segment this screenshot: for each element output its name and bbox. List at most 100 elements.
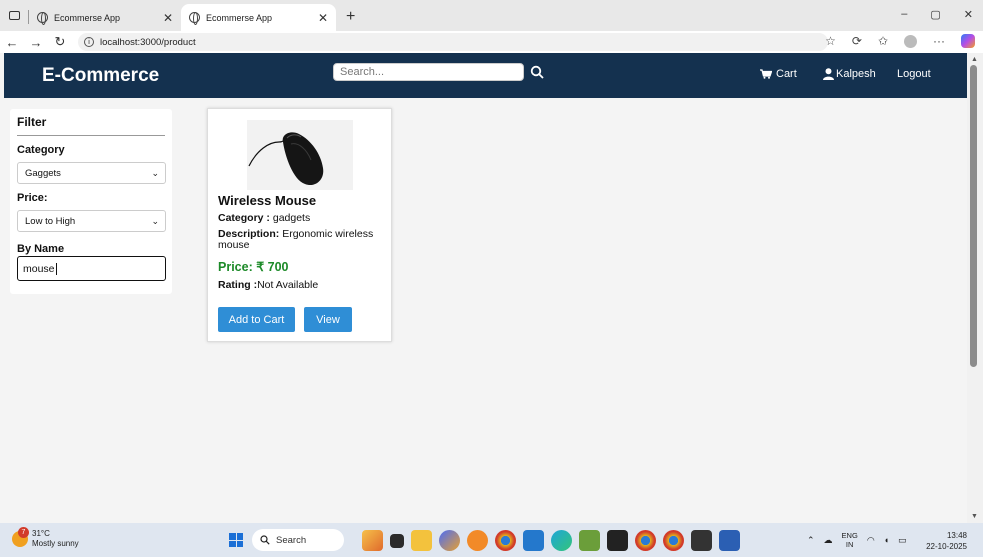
extensions-icon[interactable]: ⟳ [852, 34, 862, 48]
system-clock[interactable]: 13:48 22-10-2025 [926, 530, 967, 552]
app-icon[interactable] [579, 530, 600, 551]
minimize-button[interactable]: – [901, 8, 907, 21]
temperature: 31°C [32, 529, 50, 538]
favorite-star-icon[interactable]: ☆ [825, 34, 836, 48]
url-field[interactable]: i localhost:3000/product [78, 33, 828, 51]
cart-link[interactable]: Cart [760, 68, 797, 80]
taskbar-search[interactable]: Search [252, 529, 344, 551]
close-window-button[interactable]: ✕ [964, 8, 973, 21]
clock-date: 22-10-2025 [926, 542, 967, 551]
region-code: IN [845, 540, 854, 549]
price-sort-select[interactable]: Low to High ⌄ [17, 210, 166, 232]
product-card: Wireless Mouse Category : gadgets Descri… [207, 108, 392, 342]
user-link[interactable]: Kalpesh [823, 68, 876, 80]
back-icon[interactable]: ← [0, 35, 24, 50]
weather-widget[interactable]: 7 31°C Mostly sunny [12, 527, 79, 549]
app-icon[interactable] [439, 530, 460, 551]
search-input[interactable]: Search... [333, 63, 524, 81]
globe-icon [189, 12, 200, 25]
address-bar: ← → ↻ i localhost:3000/product ☆ ⟳ ✩ ··· [0, 31, 983, 53]
word-icon[interactable] [719, 530, 740, 551]
app-icon[interactable] [467, 530, 488, 551]
category-label: Category [17, 144, 65, 156]
weather-sun-icon: 7 [12, 527, 29, 547]
file-explorer-icon[interactable] [411, 530, 432, 551]
product-name: Wireless Mouse [218, 193, 317, 208]
vscode-icon[interactable] [523, 530, 544, 551]
close-tab-icon[interactable]: ✕ [163, 11, 173, 25]
category-select[interactable]: Gaggets ⌄ [17, 162, 166, 184]
terminal-icon[interactable] [691, 530, 712, 551]
taskbar: 7 31°C Mostly sunny Search ⌃ ☁ ENG IN ◠ … [0, 523, 983, 557]
tab-actions-icon[interactable] [0, 0, 28, 31]
name-filter-value: mouse [23, 262, 55, 275]
name-filter-label: By Name [17, 243, 65, 255]
language-code: ENG [841, 531, 858, 540]
page-viewport: E-Commerce Search... Cart Kalpesh Logout… [0, 53, 983, 523]
url-text: localhost:3000/product [100, 36, 196, 48]
rating-field-label: Rating : [218, 279, 258, 291]
view-button[interactable]: View [304, 307, 352, 332]
volume-icon[interactable]: ◖ [884, 535, 889, 545]
onedrive-icon[interactable]: ☁ [824, 535, 833, 546]
category-field-value: gadgets [272, 212, 311, 224]
price-label: Price: [17, 192, 48, 204]
favorites-icon[interactable]: ✩ [878, 34, 888, 48]
brand-logo[interactable]: E-Commerce [42, 65, 159, 87]
name-filter-input[interactable]: mouse [17, 256, 166, 281]
scroll-up-icon[interactable]: ▲ [971, 56, 978, 63]
browser-tab-strip: Ecommerse App ✕ Ecommerse App ✕ + – ▢ ✕ [0, 0, 983, 31]
globe-icon [37, 12, 48, 25]
chrome-icon[interactable] [495, 530, 516, 551]
profile-icon[interactable] [904, 34, 917, 48]
user-icon [823, 68, 834, 80]
tab-title: Ecommerse App [206, 12, 273, 23]
taskbar-search-label: Search [276, 534, 307, 546]
restore-button[interactable]: ▢ [930, 8, 940, 21]
cart-label: Cart [776, 68, 797, 80]
page-scrollbar[interactable]: ▲ ▼ [967, 53, 983, 523]
add-to-cart-button[interactable]: Add to Cart [218, 307, 295, 332]
chrome-icon[interactable] [663, 530, 684, 551]
scroll-down-icon[interactable]: ▼ [971, 513, 978, 520]
notification-badge: 7 [18, 527, 29, 538]
widgets-app-icon[interactable] [362, 530, 383, 551]
chevron-up-icon[interactable]: ⌃ [807, 535, 815, 546]
edge-icon[interactable] [551, 530, 572, 551]
price-sort-value: Low to High [25, 215, 76, 227]
chevron-down-icon: ⌄ [151, 215, 159, 226]
browser-tab-active[interactable]: Ecommerse App ✕ [181, 4, 336, 31]
more-menu-icon[interactable]: ··· [933, 34, 945, 48]
product-price: Price: ₹ 700 [218, 260, 289, 274]
filter-panel: Filter Category Gaggets ⌄ Price: Low to … [10, 109, 172, 294]
wifi-icon[interactable]: ◠ [867, 535, 875, 546]
cart-icon [760, 69, 772, 79]
app-icon[interactable] [607, 530, 628, 551]
search-icon[interactable] [530, 65, 544, 79]
site-navbar: E-Commerce Search... Cart Kalpesh Logout [4, 53, 967, 98]
scroll-thumb[interactable] [970, 65, 977, 367]
chrome-icon[interactable] [635, 530, 656, 551]
logout-link[interactable]: Logout [897, 68, 931, 80]
product-category: Category : gadgets [218, 213, 383, 224]
copilot-icon[interactable] [961, 34, 975, 48]
browser-tab[interactable]: Ecommerse App ✕ [29, 4, 181, 31]
new-tab-button[interactable]: + [346, 8, 355, 26]
user-name: Kalpesh [836, 68, 876, 80]
refresh-icon[interactable]: ↻ [48, 34, 72, 50]
rating-field-value: Not Available [257, 279, 319, 291]
forward-icon[interactable]: → [24, 35, 48, 50]
chevron-down-icon: ⌄ [151, 167, 159, 178]
product-description: Description: Ergonomic wireless mouse [218, 229, 383, 251]
search-icon [260, 535, 270, 545]
windows-start-icon[interactable] [229, 533, 243, 547]
close-tab-icon[interactable]: ✕ [318, 11, 328, 25]
language-indicator[interactable]: ENG IN [842, 531, 858, 549]
product-image [247, 120, 353, 190]
battery-icon[interactable]: ▭ [898, 535, 907, 546]
weather-condition: Mostly sunny [32, 539, 79, 548]
category-field-label: Category : [218, 212, 270, 224]
task-view-icon[interactable] [390, 534, 404, 548]
info-icon[interactable]: i [84, 37, 94, 47]
category-value: Gaggets [25, 167, 61, 179]
